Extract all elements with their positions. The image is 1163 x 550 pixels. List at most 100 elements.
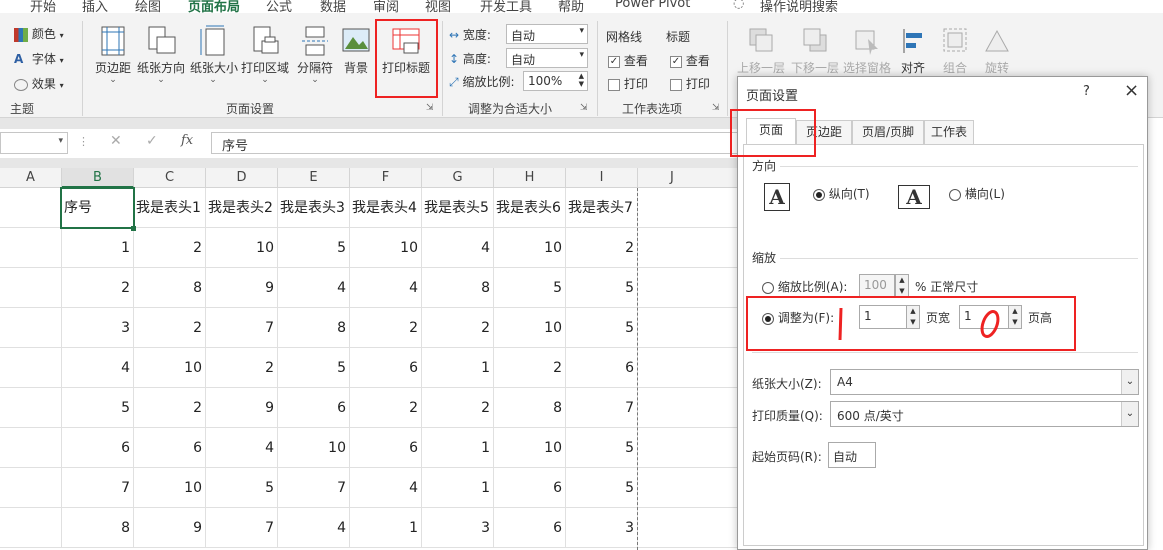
table-cell[interactable]: 6 <box>494 468 566 508</box>
table-cell[interactable]: 7 <box>566 388 638 428</box>
tab-help[interactable]: 帮助 <box>558 0 584 13</box>
table-cell[interactable]: 5 <box>566 308 638 348</box>
cancel-icon[interactable]: ✕ <box>110 133 122 149</box>
table-cell[interactable]: 4 <box>350 268 422 308</box>
table-cell[interactable]: 5 <box>566 268 638 308</box>
table-cell[interactable]: 1 <box>422 428 494 468</box>
table-cell[interactable]: 2 <box>206 348 278 388</box>
table-cell[interactable]: 7 <box>206 508 278 548</box>
tab-developer[interactable]: 开发工具 <box>480 0 532 13</box>
table-cell[interactable] <box>0 348 62 388</box>
column-header-c[interactable]: C <box>134 168 206 188</box>
table-cell[interactable]: 10 <box>350 228 422 268</box>
table-cell[interactable]: 10 <box>134 468 206 508</box>
tab-view[interactable]: 视图 <box>425 0 451 13</box>
table-cell[interactable]: 1 <box>422 468 494 508</box>
column-header-e[interactable]: E <box>278 168 350 188</box>
table-cell[interactable]: 5 <box>278 348 350 388</box>
table-cell[interactable] <box>0 268 62 308</box>
tab-sheet[interactable]: 工作表 <box>924 120 974 144</box>
header-cell[interactable]: 我是表头2 <box>206 188 278 228</box>
table-cell[interactable]: 1 <box>350 508 422 548</box>
height-dropdown[interactable]: 自动 ▾ <box>506 48 588 68</box>
table-cell[interactable]: 5 <box>62 388 134 428</box>
adjust-to-radio[interactable]: 缩放比例(A): <box>762 278 847 295</box>
selection-pane-button[interactable]: 选择窗格 <box>842 25 892 76</box>
table-cell[interactable] <box>638 388 740 428</box>
size-button[interactable]: 纸张大小 ⌄ <box>190 25 238 85</box>
tab-formulas[interactable]: 公式 <box>266 0 292 13</box>
table-cell[interactable] <box>0 228 62 268</box>
table-cell[interactable]: 6 <box>350 348 422 388</box>
first-page-input[interactable]: 自动 <box>828 442 876 468</box>
tab-insert[interactable]: 插入 <box>82 0 108 13</box>
table-cell[interactable]: 2 <box>350 308 422 348</box>
close-button[interactable]: × <box>1124 80 1139 101</box>
breaks-button[interactable]: 分隔符 ⌄ <box>294 25 336 85</box>
table-cell[interactable]: 10 <box>206 228 278 268</box>
table-cell[interactable]: 2 <box>494 348 566 388</box>
table-cell[interactable] <box>638 428 740 468</box>
table-cell[interactable]: 9 <box>134 508 206 548</box>
table-cell[interactable]: 10 <box>494 228 566 268</box>
header-cell[interactable]: 我是表头1 <box>134 188 206 228</box>
scale-stepper[interactable]: 100% ▲ ▼ <box>523 71 588 91</box>
adjust-to-input[interactable]: 100 <box>859 274 895 298</box>
table-cell[interactable]: 5 <box>206 468 278 508</box>
table-cell[interactable]: 5 <box>278 228 350 268</box>
landscape-radio[interactable]: 横向(L) <box>949 185 1005 202</box>
table-cell[interactable]: 3 <box>566 508 638 548</box>
table-cell[interactable]: 2 <box>134 388 206 428</box>
column-header-j[interactable]: J <box>638 168 740 188</box>
table-cell[interactable]: 7 <box>206 308 278 348</box>
spreadsheet-grid[interactable]: A B C D E F G H I J 序号 我是表头1 我是表头2 我是表头3 我是表… <box>0 168 740 550</box>
header-cell[interactable]: 我是表头5 <box>422 188 494 228</box>
send-backward-button[interactable]: 下移一层 <box>788 25 842 76</box>
table-cell[interactable]: 8 <box>422 268 494 308</box>
table-cell[interactable]: 8 <box>62 508 134 548</box>
column-header-g[interactable]: G <box>422 168 494 188</box>
table-cell[interactable]: 9 <box>206 268 278 308</box>
rotate-button[interactable]: 旋转 <box>979 25 1015 76</box>
table-cell[interactable]: 6 <box>566 348 638 388</box>
table-cell[interactable]: 6 <box>134 428 206 468</box>
table-cell[interactable]: 2 <box>422 308 494 348</box>
table-cell[interactable] <box>638 348 740 388</box>
width-dropdown[interactable]: 自动 ▾ <box>506 24 588 44</box>
table-cell[interactable]: 2 <box>134 308 206 348</box>
table-cell[interactable]: 10 <box>494 428 566 468</box>
gridlines-view-checkbox[interactable]: ✓ 查看 <box>608 52 648 69</box>
table-cell[interactable]: 6 <box>62 428 134 468</box>
table-cell[interactable]: 8 <box>134 268 206 308</box>
header-cell[interactable]: 我是表头6 <box>494 188 566 228</box>
dialog-launcher-icon[interactable]: ⇲ <box>426 103 434 113</box>
table-cell[interactable] <box>638 308 740 348</box>
headings-view-checkbox[interactable]: ✓ 查看 <box>670 52 710 69</box>
column-header-f[interactable]: F <box>350 168 422 188</box>
table-cell[interactable]: 10 <box>278 428 350 468</box>
fill-handle[interactable] <box>131 226 136 231</box>
table-cell[interactable]: 1 <box>422 348 494 388</box>
help-button[interactable]: ? <box>1083 84 1090 99</box>
table-cell[interactable]: 2 <box>134 228 206 268</box>
table-cell[interactable]: 9 <box>206 388 278 428</box>
column-header-h[interactable]: H <box>494 168 566 188</box>
table-cell[interactable] <box>638 468 740 508</box>
table-cell[interactable] <box>0 388 62 428</box>
enter-icon[interactable]: ✓ <box>146 133 158 149</box>
table-cell[interactable]: 5 <box>494 268 566 308</box>
table-cell[interactable]: 2 <box>422 388 494 428</box>
table-cell[interactable] <box>638 228 740 268</box>
table-cell[interactable]: 3 <box>422 508 494 548</box>
table-cell[interactable]: 4 <box>350 468 422 508</box>
dialog-launcher-icon[interactable]: ⇲ <box>712 103 720 113</box>
table-cell[interactable] <box>638 508 740 548</box>
tell-me-search[interactable]: 操作说明搜索 <box>760 0 838 13</box>
table-cell[interactable]: 8 <box>278 308 350 348</box>
print-area-button[interactable]: 打印区域 ⌄ <box>240 25 290 85</box>
table-cell[interactable]: 4 <box>206 428 278 468</box>
table-cell[interactable] <box>0 428 62 468</box>
insert-function-icon[interactable]: fx <box>181 133 193 148</box>
tab-power-pivot[interactable]: Power Pivot <box>615 0 690 11</box>
tab-header-footer[interactable]: 页眉/页脚 <box>852 120 924 144</box>
